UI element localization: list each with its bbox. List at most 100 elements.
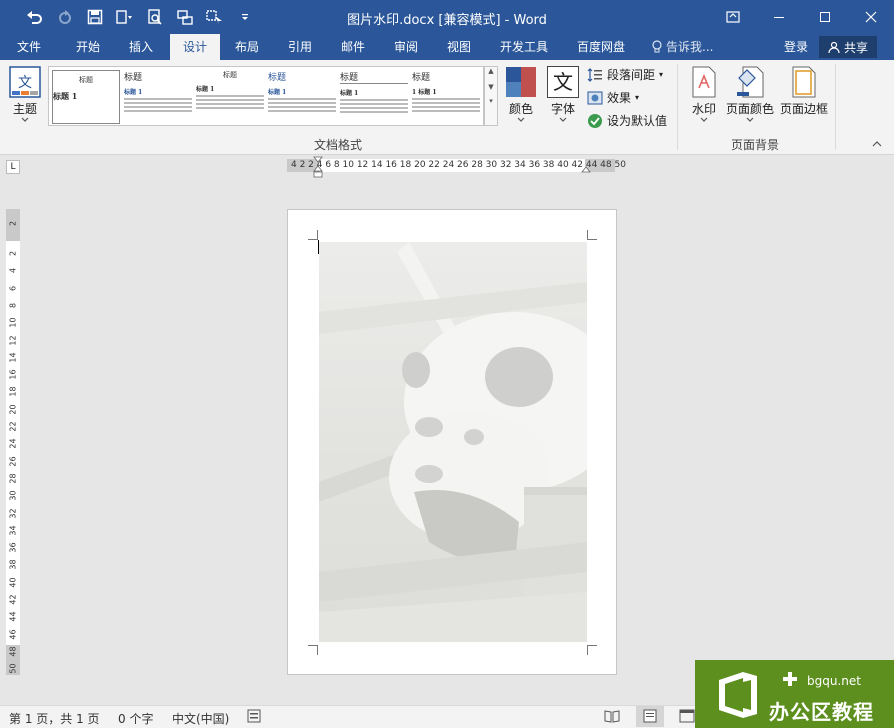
page-borders-icon [792,66,816,98]
ribbon-tabs: 文件 开始 插入 设计 布局 引用 邮件 审阅 视图 开发工具 百度网盘 告诉我… [0,34,894,60]
person-icon [828,41,840,53]
paragraph-spacing-icon [587,67,602,82]
style-set-item[interactable]: 标题 标题 1 [268,70,336,124]
vertical-ruler-number: 38 [8,559,18,570]
vertical-ruler[interactable]: 2 2 4 6 8 10 12 14 16 18 20 22 24 26 28 30 32 34 36 38 40 42 4… [6,209,20,675]
tab-layout[interactable]: 布局 [229,34,265,60]
right-indent-marker-icon[interactable] [581,166,591,174]
scroll-down-icon[interactable]: ▼ [485,83,497,91]
share-label: 共享 [843,40,868,55]
svg-text:文: 文 [18,75,32,91]
gallery-scroll[interactable]: ▲ ▼ ▾ [484,66,498,126]
title-bar: 图片水印.docx [兼容模式] - Word [0,0,894,34]
plus-icon [783,672,797,686]
vertical-ruler-number: 26 [8,456,18,467]
vertical-ruler-number: 24 [8,438,18,449]
effects-icon [587,91,603,104]
group-divider [677,64,678,150]
page-borders-button[interactable]: 页面边框 [778,66,830,117]
themes-button[interactable]: 文 主题 [6,66,44,123]
tab-file[interactable]: 文件 [11,34,47,60]
vertical-ruler-number: 48 [8,646,18,657]
web-layout-icon[interactable] [679,709,695,726]
horizontal-ruler-numbers: 4 2 2 4 6 8 10 12 14 16 18 20 22 24 26 2… [291,160,626,170]
check-circle-icon [588,113,602,128]
style-set-item[interactable]: 标题 标题 1 [52,70,120,124]
vertical-ruler-number: 12 [8,334,18,346]
vertical-ruler-number: 4 [8,268,18,274]
effects-button[interactable]: 效果 ▾ [587,89,639,106]
tab-design[interactable]: 设计 [170,34,220,60]
read-mode-icon[interactable] [604,709,620,726]
tab-references[interactable]: 引用 [282,34,318,60]
crop-mark [308,230,318,240]
style-set-item[interactable]: 标题 标题 1 [196,70,264,124]
fonts-button[interactable]: 文 字体 [545,66,581,123]
word-count[interactable]: 0 个字 [118,710,153,727]
tab-review[interactable]: 审阅 [388,34,424,60]
language-indicator[interactable]: 中文(中国) [172,710,229,727]
set-as-default-button[interactable]: 设为默认值 [587,112,667,129]
tab-mailings[interactable]: 邮件 [335,34,371,60]
vertical-ruler-number: 2 [8,250,18,257]
close-icon[interactable] [848,0,894,34]
watermark-label: 水印 [691,102,716,116]
color-palette-icon [506,67,536,97]
collapse-ribbon-icon[interactable] [872,140,882,151]
page-color-label: 页面颜色 [725,102,774,116]
colors-button[interactable]: 颜色 [503,66,539,123]
minimize-icon[interactable] [756,0,802,34]
chevron-down-icon [700,117,708,122]
chevron-down-icon: ▾ [635,93,640,102]
tab-developer[interactable]: 开发工具 [494,34,554,60]
style-set-item[interactable]: 标题 1 标题 1 [412,70,480,124]
style-set-item[interactable]: 标题 标题 1 [340,70,408,124]
vertical-ruler-number: 20 [8,404,18,415]
ribbon-display-options-icon[interactable] [710,0,756,34]
vertical-ruler-number: 32 [8,507,18,519]
chevron-down-icon: ▾ [659,70,664,79]
watermark-button[interactable]: 水印 [687,66,721,123]
crop-mark [308,645,318,655]
lightbulb-icon [652,40,662,53]
vertical-ruler-number: 50 [8,663,18,674]
macro-record-icon[interactable] [247,709,261,726]
page-color-button[interactable]: 页面颜色 [724,66,776,123]
tab-baidu-netdisk[interactable]: 百度网盘 [571,34,631,60]
colors-label: 颜色 [508,102,533,116]
style-set-item[interactable]: 标题 标题 1 [124,70,192,124]
tab-selector[interactable]: L [6,160,20,174]
scroll-up-icon[interactable]: ▲ [485,67,497,75]
sign-in-link[interactable]: 登录 [784,34,808,60]
panda-watermark-image[interactable] [319,242,587,642]
page-count[interactable]: 第 1 页，共 1 页 [9,710,100,727]
paragraph-spacing-button[interactable]: 段落间距 ▾ [587,66,663,83]
tell-me-box[interactable]: 告诉我... [652,34,713,60]
office-logo-icon [719,672,757,718]
tab-home[interactable]: 开始 [70,34,106,60]
vertical-ruler-number: 46 [8,629,18,640]
vertical-ruler-number: 30 [8,490,18,501]
fonts-label: 字体 [550,102,575,116]
vertical-ruler-number: 14 [8,352,18,363]
vertical-ruler-number: 16 [8,369,18,380]
tell-me-label: 告诉我... [666,40,714,54]
tab-insert[interactable]: 插入 [123,34,159,60]
chevron-down-icon [746,117,754,122]
tab-view[interactable]: 视图 [441,34,477,60]
document-page[interactable] [287,209,617,675]
text-cursor [318,240,319,254]
crop-mark [587,230,597,240]
site-logo: bgqu.net 办公区教程 [695,660,894,728]
gallery-more-icon[interactable]: ▾ [485,97,497,105]
share-button[interactable]: 共享 [819,36,877,58]
vertical-ruler-number: 2 [8,220,18,227]
group-label-document-formatting: 文档格式 [314,138,363,152]
vertical-ruler-number: 36 [8,542,18,553]
themes-label: 主题 [12,102,37,116]
indent-marker-icon[interactable] [313,156,323,178]
print-layout-icon[interactable] [636,706,664,727]
paragraph-spacing-label: 段落间距 [607,68,656,82]
fonts-icon: 文 [547,66,579,98]
maximize-icon[interactable] [802,0,848,34]
